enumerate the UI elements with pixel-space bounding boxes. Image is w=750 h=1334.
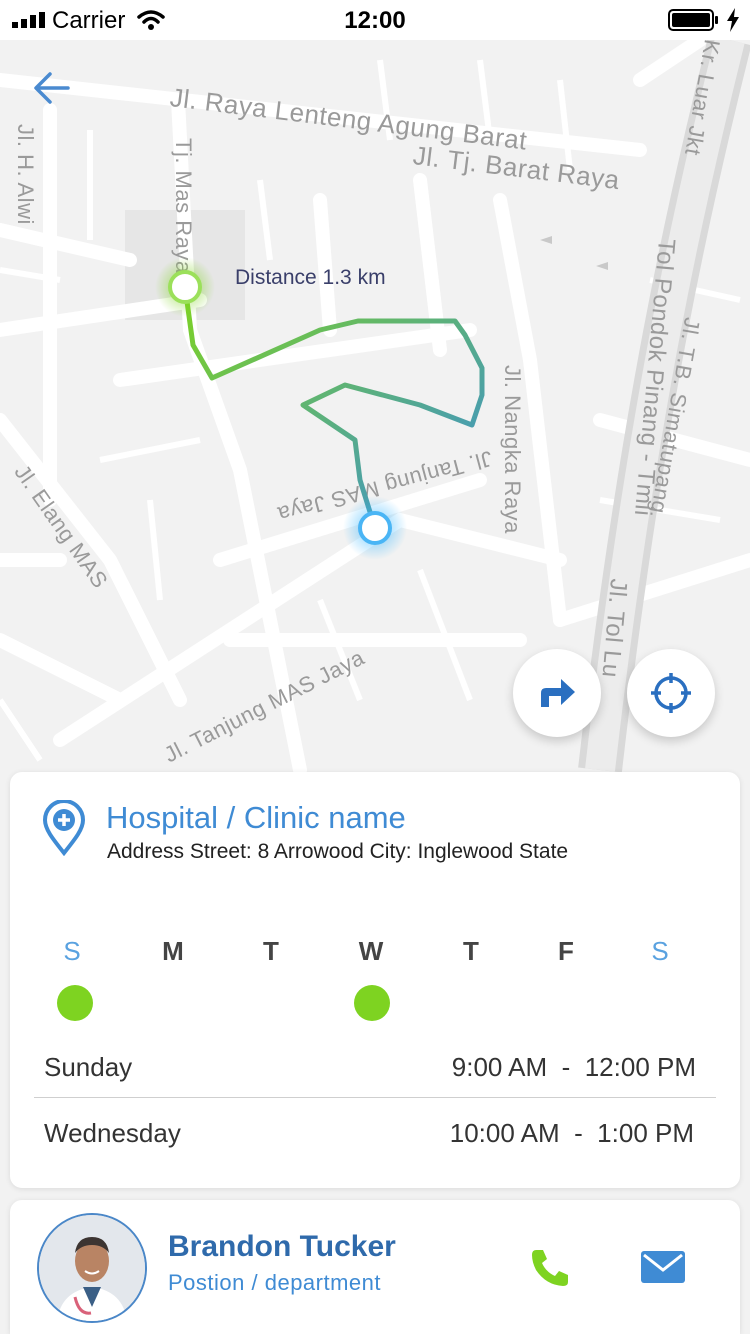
clinic-info-card: Hospital / Clinic name Address Street: 8… xyxy=(10,772,740,1188)
doctor-card[interactable]: Brandon Tucker Postion / department xyxy=(10,1200,740,1334)
schedule-row: Sunday 9:00 AM - 12:00 PM xyxy=(44,1052,696,1092)
day-letter-friday[interactable]: F xyxy=(546,936,586,967)
doctor-photo xyxy=(39,1215,145,1321)
status-bar: Carrier 12:00 xyxy=(0,0,750,40)
active-day-dot xyxy=(57,985,93,1021)
clock: 12:00 xyxy=(344,7,406,34)
envelope-icon[interactable] xyxy=(640,1248,686,1286)
doctor-department: Postion / department xyxy=(168,1270,382,1295)
medical-pin-icon xyxy=(42,800,86,856)
day-letter-saturday[interactable]: S xyxy=(640,936,680,967)
back-button[interactable] xyxy=(32,68,72,108)
directions-button[interactable] xyxy=(513,649,601,737)
day-letter-tuesday[interactable]: T xyxy=(251,936,291,967)
clinic-address: Address Street: 8 Arrowood City: Inglewo… xyxy=(107,840,569,863)
turn-right-arrow-icon xyxy=(541,679,575,707)
schedule-hours: 9:00 AM - 12:00 PM xyxy=(451,1052,696,1082)
schedule-day: Wednesday xyxy=(44,1118,181,1148)
doctor-name[interactable]: Brandon Tucker xyxy=(168,1230,396,1264)
phone-icon[interactable] xyxy=(528,1246,572,1290)
day-letter-thursday[interactable]: T xyxy=(451,936,491,967)
battery-icon xyxy=(668,9,718,31)
charging-icon xyxy=(727,8,739,32)
divider xyxy=(34,1097,716,1098)
day-letter-monday[interactable]: M xyxy=(153,936,193,967)
clinic-name[interactable]: Hospital / Clinic name xyxy=(106,800,406,836)
schedule-hours: 10:00 AM - 1:00 PM xyxy=(449,1118,694,1148)
day-letter-sunday[interactable]: S xyxy=(52,936,92,967)
schedule-row: Wednesday 10:00 AM - 1:00 PM xyxy=(44,1118,696,1158)
day-letter-wednesday[interactable]: W xyxy=(351,936,391,967)
active-day-dot xyxy=(354,985,390,1021)
avatar[interactable] xyxy=(37,1213,147,1323)
locate-me-button[interactable] xyxy=(627,649,715,737)
crosshair-icon xyxy=(651,673,691,713)
schedule-day: Sunday xyxy=(44,1052,133,1082)
